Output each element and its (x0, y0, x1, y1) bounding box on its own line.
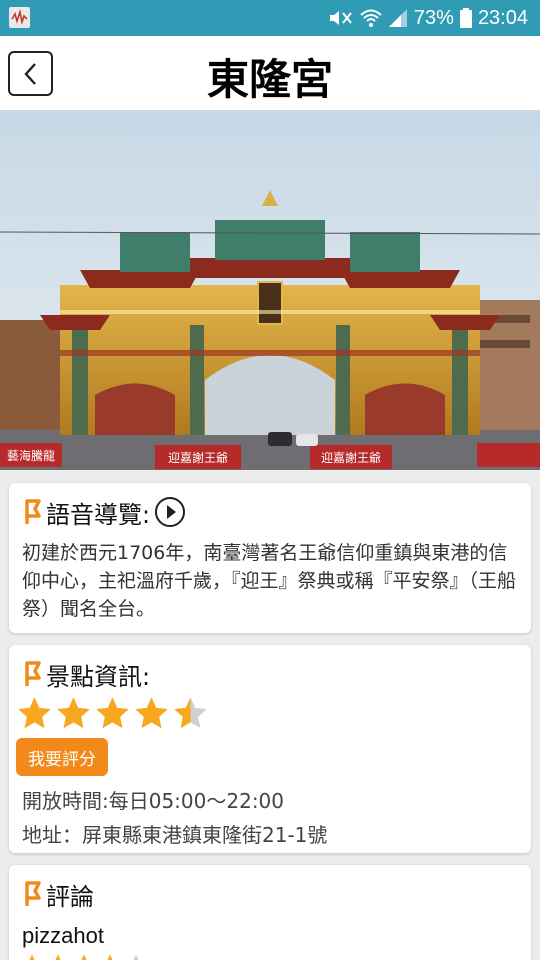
review-user: pizzahot (22, 923, 104, 948)
reviews-card: 評論 pizzahot (9, 865, 531, 960)
wifi-icon (360, 8, 382, 28)
reviews-title: 評論 (46, 882, 94, 911)
star-icon (133, 695, 170, 732)
opening-hours: 開放時間:每日05:00～22:00 (22, 789, 285, 813)
spot-info-card: 景點資訊: 我要評分 開放時間:每日05:00～22:00 地址：屏東縣東港鎮東… (9, 645, 531, 853)
audio-guide-title: 語音導覽: (46, 500, 151, 529)
mute-icon (328, 8, 354, 28)
review-stars (20, 953, 148, 960)
battery-percent: 73% (413, 6, 454, 29)
star-icon (20, 953, 44, 960)
section-flag-icon (25, 499, 41, 524)
star-icon (98, 953, 122, 960)
signboard-right: 迎嘉謝王爺 (321, 450, 381, 465)
signal-icon (388, 8, 408, 28)
star-icon (124, 953, 148, 960)
audio-guide-description: 初建於西元1706年，南臺灣著名王爺信仰重鎮與東港的信仰中心，主祀溫府千歲，『迎… (22, 542, 517, 620)
play-audio-icon[interactable] (154, 496, 186, 528)
address: 地址：屏東縣東港鎮東隆街21-1號 (22, 823, 328, 847)
battery-icon (459, 8, 472, 28)
page-title: 東隆宮 (206, 55, 333, 104)
star-icon (94, 695, 131, 732)
section-flag-icon (25, 661, 41, 686)
signboard-left: 藝海騰龍 (7, 448, 55, 463)
rating-stars (16, 695, 209, 732)
audio-guide-card: 語音導覽: 初建於西元1706年，南臺灣著名王爺信仰重鎮與東港的信仰中心，主祀溫… (9, 483, 531, 633)
app-notification-icon (9, 7, 30, 28)
signboard-center: 迎嘉謝王爺 (168, 450, 228, 465)
temple-photo: 藝海騰龍 迎嘉謝王爺 迎嘉謝王爺 (0, 110, 540, 470)
star-icon (55, 695, 92, 732)
app-header: 東隆宮 (0, 36, 540, 110)
status-bar: 73% 23:04 (0, 0, 540, 36)
rate-button[interactable]: 我要評分 (16, 738, 108, 776)
star-icon (72, 953, 96, 960)
star-icon (46, 953, 70, 960)
section-flag-icon (25, 881, 41, 906)
status-time: 23:04 (477, 6, 528, 29)
star-icon (172, 695, 209, 732)
star-icon (16, 695, 53, 732)
spot-info-title: 景點資訊: (46, 662, 151, 691)
